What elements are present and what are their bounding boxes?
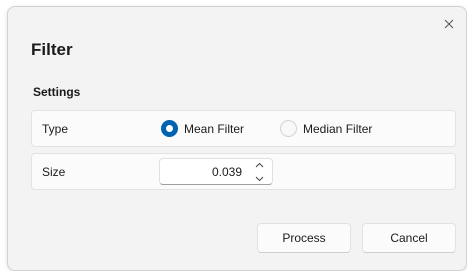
size-row: Size 0.039 xyxy=(31,153,456,190)
median-filter-label: Median Filter xyxy=(303,121,373,136)
type-row: Type Mean Filter Median Filter xyxy=(31,110,456,147)
close-button[interactable] xyxy=(436,11,462,37)
settings-section-label: Settings xyxy=(33,85,81,99)
process-button[interactable]: Process xyxy=(257,223,351,253)
cancel-button[interactable]: Cancel xyxy=(362,223,456,253)
close-icon xyxy=(444,19,454,29)
type-label: Type xyxy=(42,122,69,136)
median-filter-radio[interactable]: Median Filter xyxy=(280,120,372,137)
size-value[interactable]: 0.039 xyxy=(212,165,242,179)
filter-dialog: Filter Settings Type Mean Filter Median … xyxy=(7,6,467,271)
mean-filter-label: Mean Filter xyxy=(184,121,245,136)
size-label: Size xyxy=(42,165,66,179)
radio-unselected-indicator xyxy=(280,120,297,137)
size-spinbox[interactable]: 0.039 xyxy=(159,158,273,185)
chevron-down-icon[interactable] xyxy=(255,176,264,182)
chevron-up-icon[interactable] xyxy=(255,162,264,168)
radio-selected-indicator xyxy=(161,120,178,137)
dialog-title: Filter xyxy=(31,40,73,59)
mean-filter-radio[interactable]: Mean Filter xyxy=(161,120,244,137)
spin-arrows xyxy=(253,162,265,182)
